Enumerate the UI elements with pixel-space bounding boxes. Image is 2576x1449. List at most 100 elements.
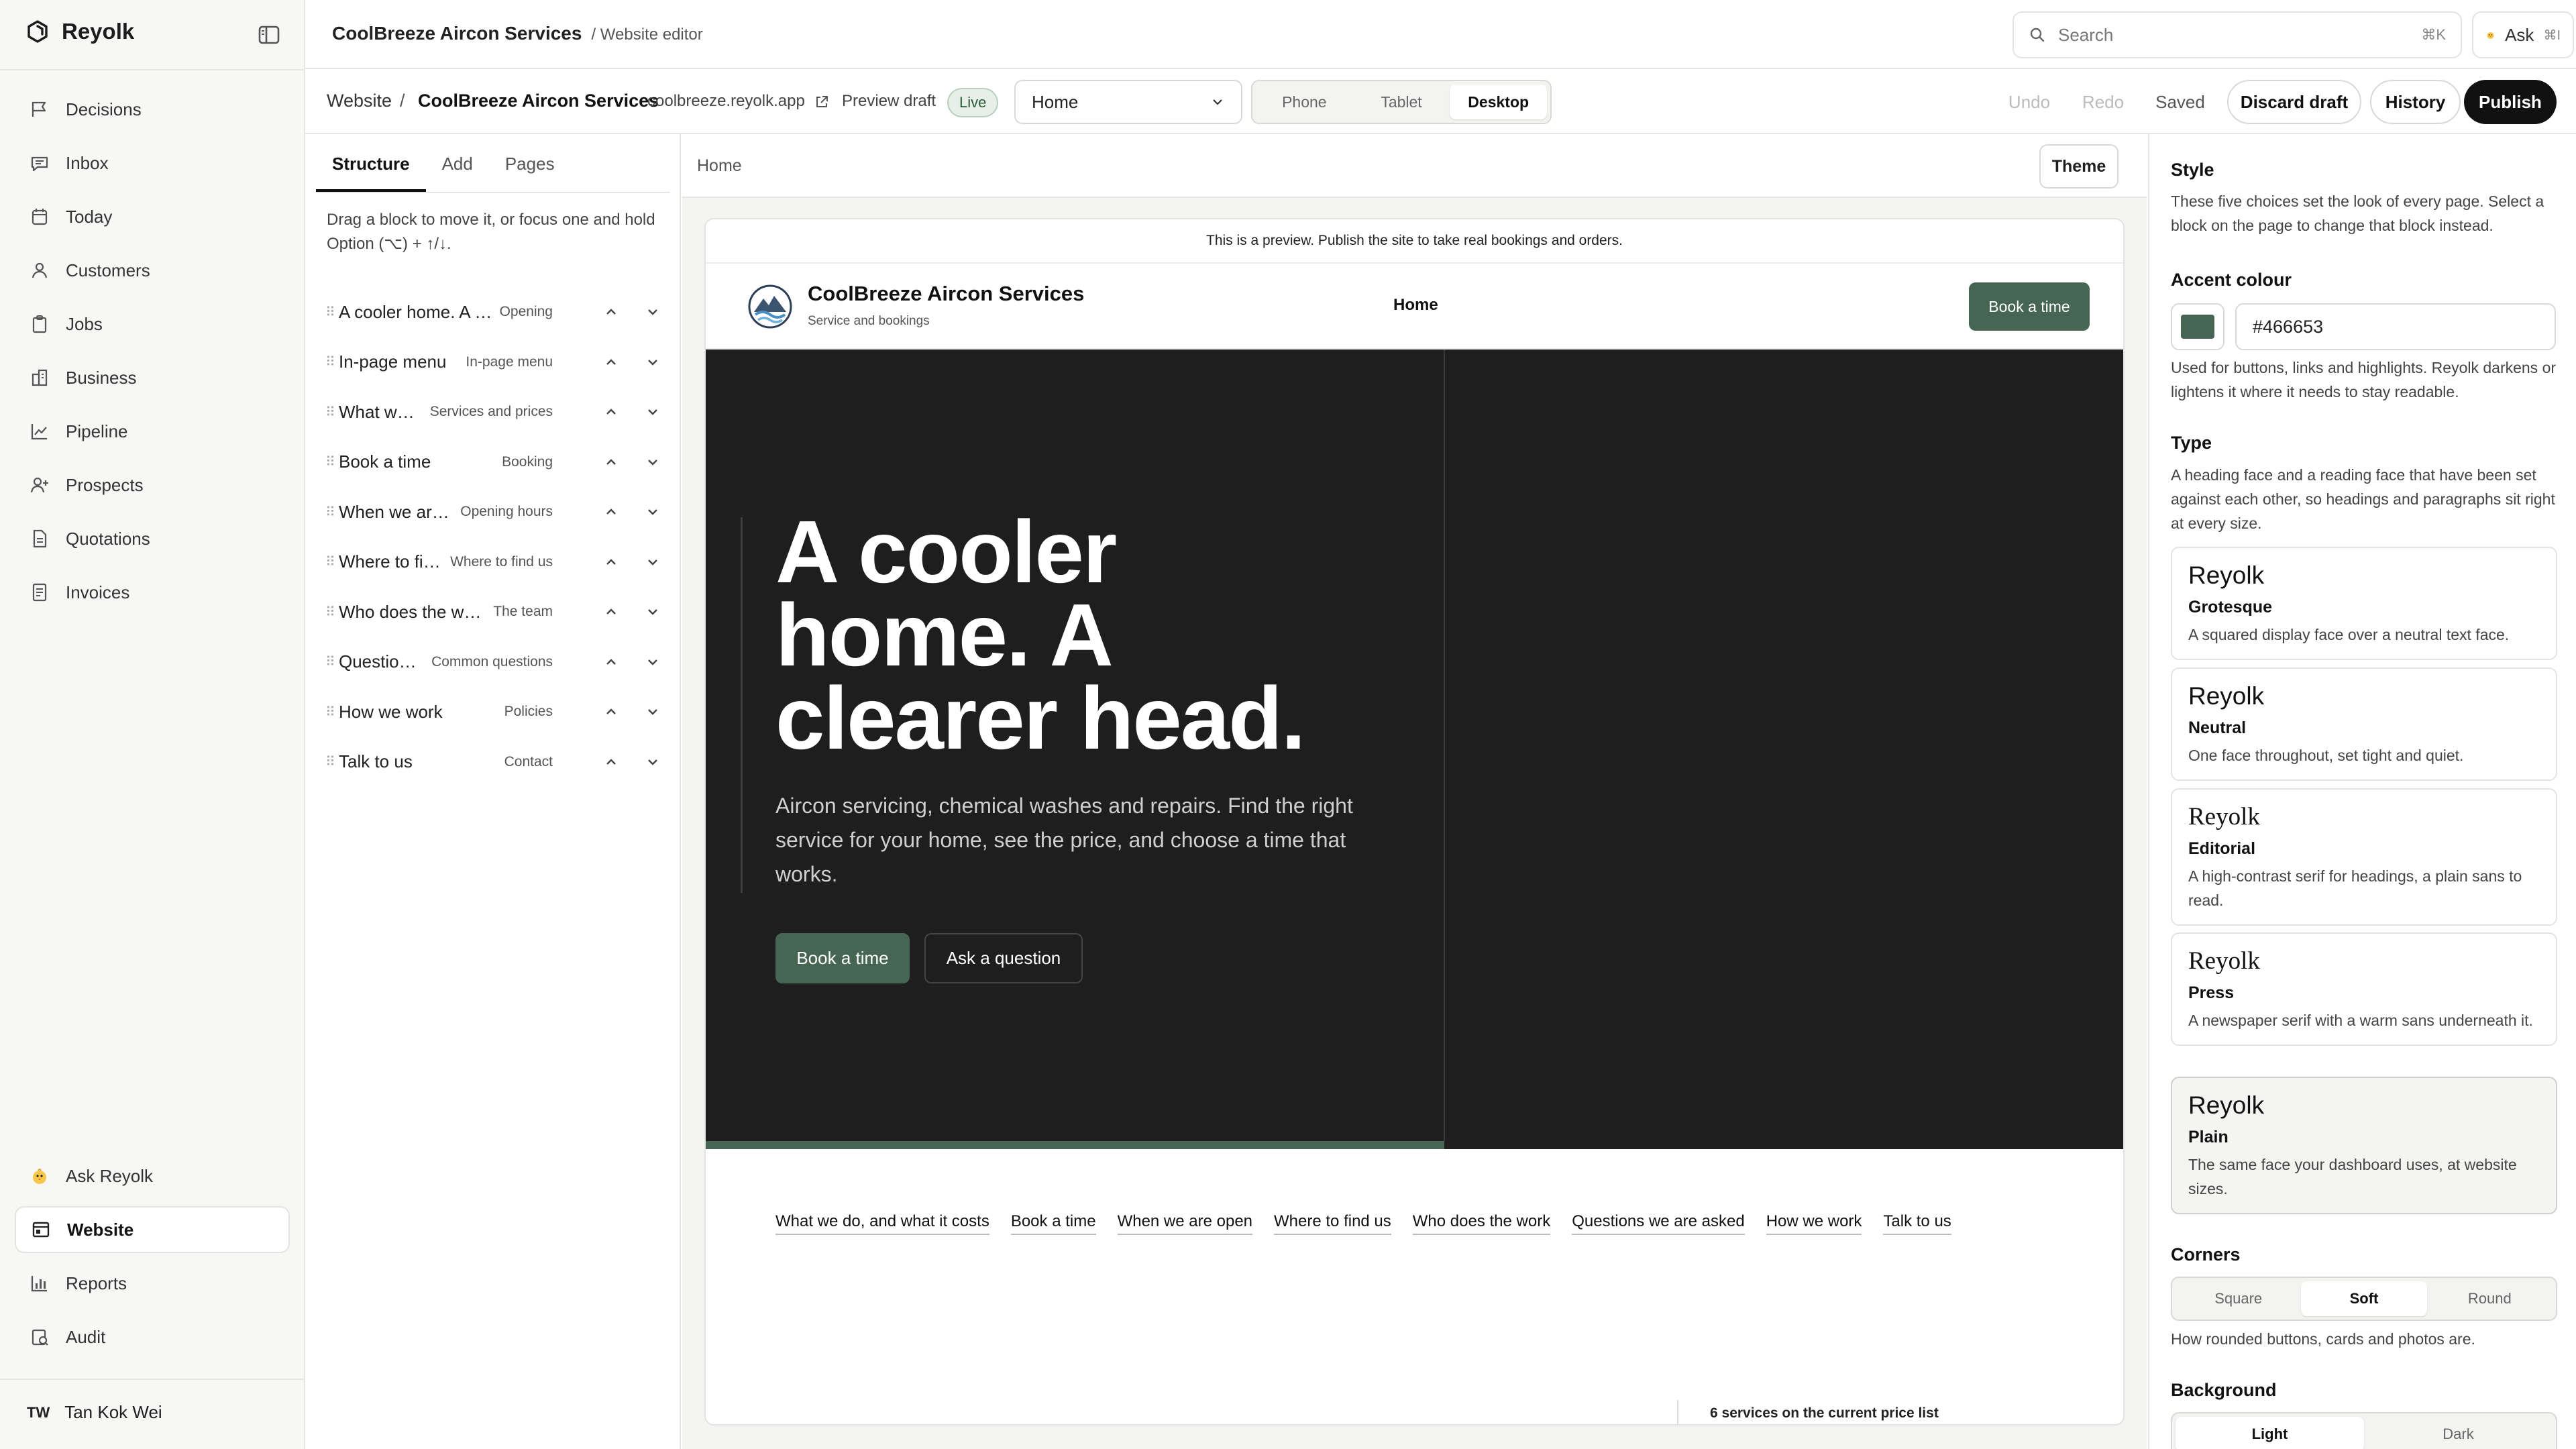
in-page-menu-link[interactable]: Talk to us: [1883, 1212, 1951, 1235]
chevron-down-icon[interactable]: [641, 500, 664, 523]
structure-block-row[interactable]: ⠿ How we work Policies: [325, 692, 664, 732]
hero-ask-button[interactable]: Ask a question: [924, 933, 1083, 983]
chevron-down-icon[interactable]: [641, 400, 664, 423]
device-tablet[interactable]: Tablet: [1353, 85, 1450, 119]
chevron-down-icon[interactable]: [641, 301, 664, 323]
sidebar-item-inbox[interactable]: Inbox: [15, 140, 290, 186]
chevron-up-icon[interactable]: [600, 500, 623, 523]
background-light[interactable]: Light: [2176, 1417, 2364, 1449]
structure-block-row[interactable]: ⠿Questions we are askedCommon questions: [325, 642, 664, 682]
drag-handle-icon[interactable]: ⠿: [325, 504, 339, 521]
history-button[interactable]: History: [2370, 80, 2461, 124]
drag-handle-icon[interactable]: ⠿: [325, 604, 339, 621]
structure-block-row[interactable]: ⠿When we are openOpening hours: [325, 492, 664, 532]
device-desktop[interactable]: Desktop: [1450, 85, 1548, 119]
typeface-option-grotesque[interactable]: Reyolk Grotesque A squared display face ov…: [2171, 547, 2557, 660]
typeface-option-plain[interactable]: Reyolk Plain The same face your dashboard …: [2171, 1077, 2557, 1214]
structure-block-row[interactable]: ⠿ Who does the work The team: [325, 592, 664, 632]
structure-block-row[interactable]: ⠿ Talk to us Contact: [325, 742, 664, 782]
hero-book-button[interactable]: Book a time: [775, 933, 910, 983]
chevron-up-icon[interactable]: [600, 400, 623, 423]
drag-handle-icon[interactable]: ⠿: [325, 553, 339, 570]
in-page-menu-link[interactable]: Where to find us: [1274, 1212, 1391, 1235]
discard-draft-button[interactable]: Discard draft: [2227, 80, 2361, 124]
tab-pages[interactable]: Pages: [489, 154, 571, 192]
chevron-up-icon[interactable]: [600, 551, 623, 574]
redo-button[interactable]: Redo: [2076, 80, 2130, 124]
search-input[interactable]: Search ⌘K: [2012, 11, 2462, 58]
drag-handle-icon[interactable]: ⠿: [325, 704, 339, 720]
ask-button[interactable]: Ask ⌘I: [2472, 11, 2574, 58]
background-dark[interactable]: Dark: [2364, 1417, 2553, 1449]
structure-block-row[interactable]: ⠿Where to find usWhere to find us: [325, 542, 664, 582]
drag-handle-icon[interactable]: ⠿: [325, 354, 339, 370]
structure-block-row[interactable]: ⠿A cooler home. A clearer head.Opening: [325, 292, 664, 332]
brand[interactable]: Reyolk: [25, 19, 134, 44]
sidebar-item-decisions[interactable]: Decisions: [15, 86, 290, 133]
sidebar-item-today[interactable]: Today: [15, 193, 290, 240]
drag-handle-icon[interactable]: ⠿: [325, 753, 339, 770]
page-select[interactable]: Home: [1014, 80, 1242, 124]
chevron-down-icon[interactable]: [641, 700, 664, 723]
chevron-down-icon[interactable]: [641, 651, 664, 674]
in-page-menu-link[interactable]: Book a time: [1010, 1212, 1096, 1235]
drag-handle-icon[interactable]: ⠿: [325, 404, 339, 421]
corners-square[interactable]: Square: [2176, 1281, 2301, 1316]
sidebar-item-invoices[interactable]: Invoices: [15, 569, 290, 616]
site-domain-link[interactable]: coolbreeze.reyolk.app: [647, 92, 805, 111]
chevron-up-icon[interactable]: [600, 351, 623, 374]
in-page-menu-link[interactable]: Questions we are asked: [1572, 1212, 1745, 1235]
theme-button[interactable]: Theme: [2039, 144, 2118, 189]
corners-soft[interactable]: Soft: [2301, 1281, 2427, 1316]
chevron-down-icon[interactable]: [641, 600, 664, 623]
in-page-menu-link[interactable]: What we do, and what it costs: [775, 1212, 989, 1235]
drag-handle-icon[interactable]: ⠿: [325, 304, 339, 321]
accent-color-picker[interactable]: [2171, 303, 2224, 350]
sidebar-item-jobs[interactable]: Jobs: [15, 301, 290, 347]
typeface-option-press[interactable]: Reyolk Press A newspaper serif with a warm…: [2171, 932, 2557, 1046]
sidebar-item-quotations[interactable]: Quotations: [15, 515, 290, 562]
site-nav-home[interactable]: Home: [1393, 296, 1438, 315]
publish-button[interactable]: Publish: [2464, 80, 2557, 124]
drag-handle-icon[interactable]: ⠿: [325, 653, 339, 670]
user-menu[interactable]: TW Tan Kok Wei: [27, 1402, 162, 1423]
sidebar-item-customers[interactable]: Customers: [15, 247, 290, 294]
sidebar-item-ask-reyolk[interactable]: Ask Reyolk: [15, 1152, 290, 1199]
site-book-button[interactable]: Book a time: [1969, 282, 2090, 331]
breadcrumb-website[interactable]: Website: [327, 91, 392, 111]
sidebar-item-business[interactable]: Business: [15, 354, 290, 401]
in-page-menu-link[interactable]: When we are open: [1117, 1212, 1253, 1235]
typeface-option-neutral[interactable]: Reyolk Neutral One face throughout, set ti…: [2171, 667, 2557, 781]
chevron-down-icon[interactable]: [641, 751, 664, 773]
hero-section[interactable]: A cooler home. A clearer head. Aircon se…: [706, 350, 2123, 1149]
external-link-icon[interactable]: [814, 94, 830, 110]
structure-block-row[interactable]: ⠿What we do, and what it costsServices a…: [325, 392, 664, 432]
sidebar-collapse-icon[interactable]: [257, 23, 281, 47]
chevron-down-icon[interactable]: [641, 351, 664, 374]
chevron-up-icon[interactable]: [600, 751, 623, 773]
accent-hex-input[interactable]: #466653: [2235, 303, 2556, 350]
corners-round[interactable]: Round: [2427, 1281, 2553, 1316]
sidebar-item-reports[interactable]: Reports: [15, 1260, 290, 1307]
in-page-menu-link[interactable]: How we work: [1766, 1212, 1862, 1235]
chevron-down-icon[interactable]: [641, 451, 664, 474]
device-phone[interactable]: Phone: [1256, 85, 1353, 119]
chevron-up-icon[interactable]: [600, 651, 623, 674]
tab-add[interactable]: Add: [426, 154, 489, 192]
structure-block-row[interactable]: ⠿ In-page menu In-page menu: [325, 342, 664, 382]
sidebar-item-prospects[interactable]: Prospects: [15, 462, 290, 508]
in-page-menu-link[interactable]: Who does the work: [1412, 1212, 1551, 1235]
sidebar-item-audit[interactable]: Audit: [15, 1313, 290, 1360]
chevron-up-icon[interactable]: [600, 700, 623, 723]
sidebar-item-pipeline[interactable]: Pipeline: [15, 408, 290, 455]
sidebar-item-website[interactable]: Website: [15, 1206, 290, 1253]
typeface-option-editorial[interactable]: Reyolk Editorial A high-contrast serif for…: [2171, 788, 2557, 926]
structure-block-row[interactable]: ⠿ Book a time Booking: [325, 442, 664, 482]
chevron-up-icon[interactable]: [600, 451, 623, 474]
undo-button[interactable]: Undo: [2002, 80, 2056, 124]
chevron-down-icon[interactable]: [641, 551, 664, 574]
chevron-up-icon[interactable]: [600, 600, 623, 623]
chevron-up-icon[interactable]: [600, 301, 623, 323]
tab-structure[interactable]: Structure: [316, 154, 426, 192]
drag-handle-icon[interactable]: ⠿: [325, 453, 339, 470]
